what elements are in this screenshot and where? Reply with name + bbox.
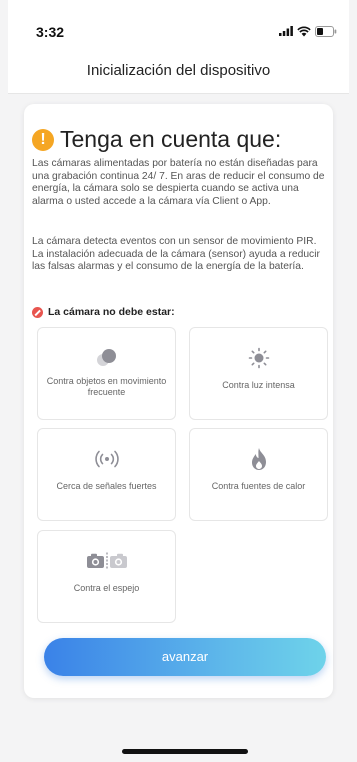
top-bar: 3:32 Inicialización del dispositivo xyxy=(8,0,349,94)
moving-objects-icon xyxy=(96,349,116,366)
home-indicator[interactable] xyxy=(122,749,248,754)
battery-icon xyxy=(315,25,337,37)
placement-tile-strong-light: Contra luz intensa xyxy=(189,327,328,420)
flame-icon xyxy=(251,448,266,470)
cellular-signal-icon xyxy=(279,26,293,36)
signal-icon xyxy=(94,450,119,468)
placement-label: Cerca de señales fuertes xyxy=(56,481,157,491)
wifi-icon xyxy=(297,26,311,36)
exclamation-icon: ! xyxy=(32,128,54,151)
placement-tile-moving-objects: Contra objetos en movimiento frecuente xyxy=(37,327,176,420)
placement-tile-strong-signals: Cerca de señales fuertes xyxy=(37,428,176,521)
placement-heading: La cámara no debe estar: xyxy=(32,306,175,318)
notice-card: ! Tenga en cuenta que: Las cámaras alime… xyxy=(24,104,333,698)
placement-tile-heat-sources: Contra fuentes de calor xyxy=(189,428,328,521)
notice-title: Tenga en cuenta que: xyxy=(60,126,282,152)
phone-screen: 3:32 Inicialización del dispositivo ! Te… xyxy=(8,0,349,762)
notice-heading: ! Tenga en cuenta que: xyxy=(32,126,281,153)
placement-label: Contra luz intensa xyxy=(222,380,295,390)
sun-icon xyxy=(248,347,269,369)
placement-label: Contra fuentes de calor xyxy=(211,481,306,491)
placement-tile-mirror: Contra el espejo xyxy=(37,530,176,623)
notice-paragraph-pir: La cámara detecta eventos con un sensor … xyxy=(32,236,320,272)
notice-paragraph-battery: Las cámaras alimentadas por batería no e… xyxy=(32,158,325,207)
advance-button[interactable]: avanzar xyxy=(44,638,326,676)
status-icons xyxy=(279,24,337,38)
camera-mirror-icon xyxy=(86,552,127,570)
status-time: 3:32 xyxy=(36,24,65,40)
placement-heading-label: La cámara no debe estar: xyxy=(48,306,175,318)
placement-label: Contra el espejo xyxy=(73,583,140,593)
placement-label: Contra objetos en movimiento frecuente xyxy=(46,376,167,397)
page-title: Inicialización del dispositivo xyxy=(86,62,271,79)
prohibited-icon xyxy=(32,306,43,318)
